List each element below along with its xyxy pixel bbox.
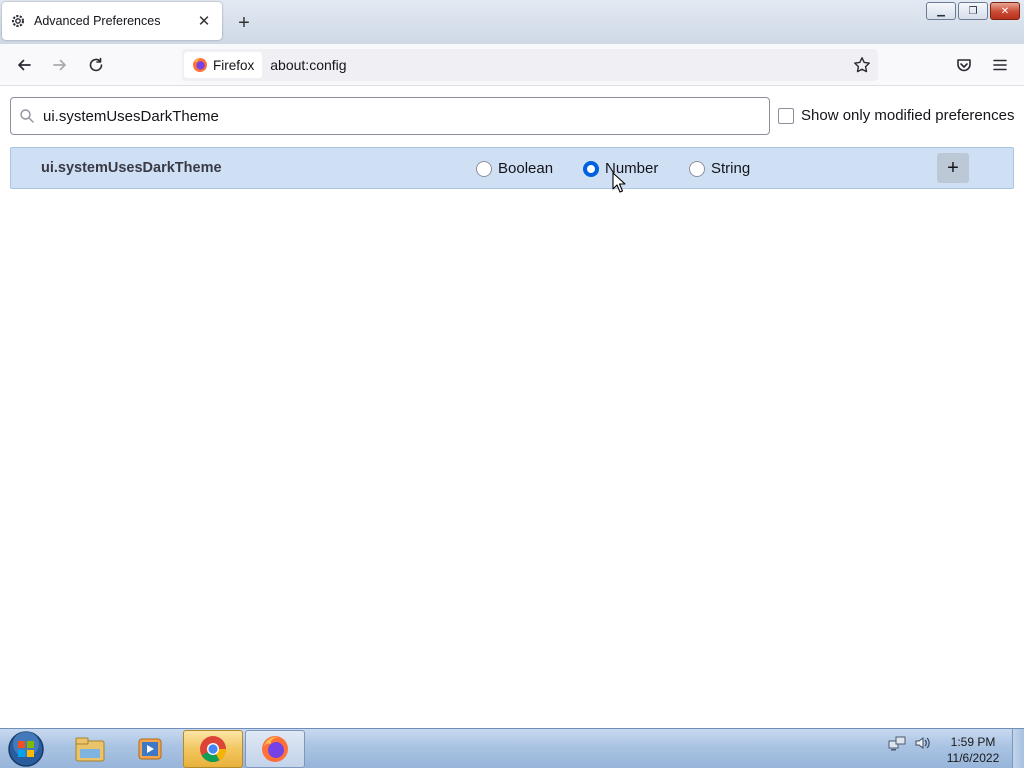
pocket-button[interactable] — [949, 50, 979, 80]
identity-label: Firefox — [213, 57, 255, 73]
media-player-icon — [138, 738, 162, 760]
preference-name: ui.systemUsesDarkTheme — [41, 160, 222, 176]
mouse-cursor-icon — [612, 172, 626, 193]
taskbar-clock[interactable]: 1:59 PM 11/6/2022 — [940, 734, 1006, 766]
clock-date: 11/6/2022 — [946, 751, 1000, 765]
tab-advanced-preferences[interactable]: Advanced Preferences ✕ — [2, 2, 222, 40]
reload-icon — [89, 57, 103, 72]
radio-circle[interactable] — [689, 160, 705, 177]
taskbar: 1:59 PM 11/6/2022 — [0, 728, 1024, 768]
restore-button[interactable]: ❐ — [958, 2, 988, 20]
reload-button[interactable] — [81, 50, 111, 80]
search-icon — [20, 109, 34, 123]
radio-label-boolean: Boolean — [498, 160, 554, 177]
minimize-button[interactable]: ▁ — [926, 2, 956, 20]
checkbox[interactable] — [778, 107, 794, 124]
taskbar-media-player[interactable] — [120, 730, 180, 768]
add-preference-button[interactable]: + — [937, 153, 969, 183]
close-window-button[interactable]: ✕ — [990, 2, 1020, 20]
firefox-icon — [262, 736, 288, 762]
tab-strip: Advanced Preferences ✕ + ▁ ❐ ✕ — [0, 0, 1024, 44]
back-button[interactable] — [9, 50, 39, 80]
clock-time: 1:59 PM — [950, 735, 996, 749]
bookmark-star-button[interactable] — [850, 53, 874, 77]
show-desktop-button[interactable] — [1012, 729, 1024, 768]
network-icon[interactable] — [888, 735, 906, 751]
close-tab-icon[interactable]: ✕ — [194, 11, 214, 31]
back-arrow-icon — [18, 59, 31, 71]
show-modified-label: Show only modified preferences — [801, 107, 1015, 124]
taskbar-explorer[interactable] — [60, 730, 120, 768]
forward-button[interactable] — [45, 50, 75, 80]
url-bar[interactable]: Firefox about:config — [182, 49, 878, 81]
preference-search-field[interactable] — [10, 97, 770, 135]
radio-string[interactable]: String — [689, 160, 750, 177]
app-menu-button[interactable] — [985, 50, 1015, 80]
windows-start-orb-icon — [8, 731, 44, 767]
new-preference-row: ui.systemUsesDarkTheme Boolean Number St… — [10, 147, 1014, 189]
show-modified-checkbox[interactable]: Show only modified preferences — [778, 107, 1014, 124]
forward-arrow-icon — [53, 59, 66, 71]
taskbar-chrome[interactable] — [183, 730, 243, 768]
windows-explorer-icon — [75, 737, 105, 762]
taskbar-firefox[interactable] — [245, 730, 305, 768]
volume-icon[interactable] — [914, 735, 932, 751]
gear-icon — [10, 13, 26, 29]
radio-circle-selected[interactable] — [583, 160, 599, 177]
radio-label-string: String — [711, 160, 751, 177]
radio-boolean[interactable]: Boolean — [476, 160, 553, 177]
window-controls: ▁ ❐ ✕ — [926, 2, 1020, 20]
url-text[interactable]: about:config — [270, 57, 346, 73]
start-button[interactable] — [4, 730, 48, 768]
star-icon — [854, 57, 870, 73]
pocket-icon — [957, 59, 971, 72]
system-tray — [888, 735, 932, 751]
hamburger-menu-icon — [993, 59, 1007, 71]
search-input[interactable] — [43, 107, 743, 125]
identity-box[interactable]: Firefox — [184, 52, 263, 78]
new-tab-button[interactable]: + — [233, 12, 255, 34]
firefox-icon — [193, 58, 207, 72]
navigation-bar: Firefox about:config — [0, 44, 1024, 86]
chrome-icon — [200, 736, 227, 763]
tab-title: Advanced Preferences — [34, 14, 161, 28]
radio-circle[interactable] — [476, 160, 492, 177]
